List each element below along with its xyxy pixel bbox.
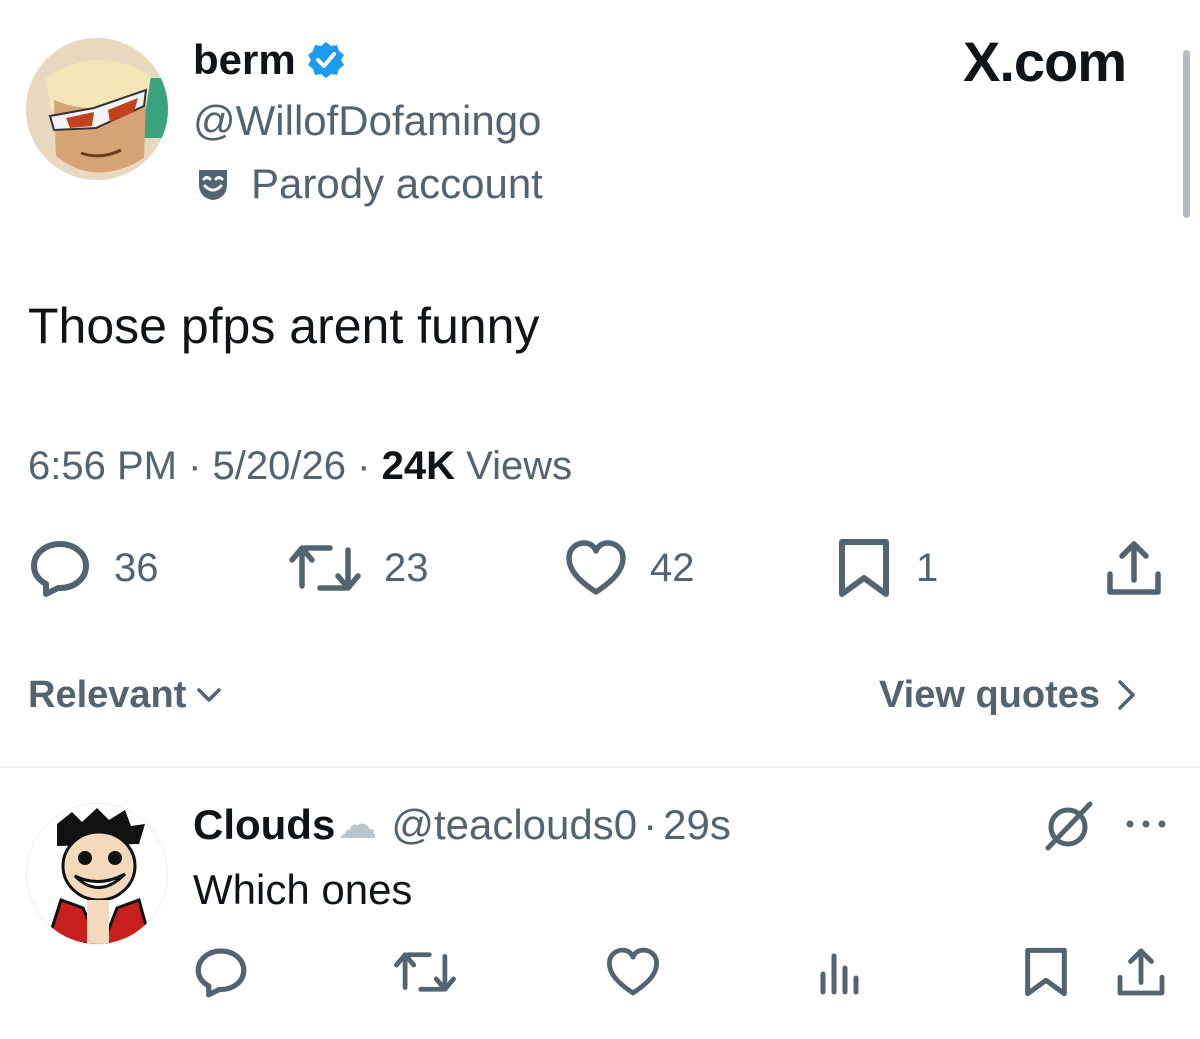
like-icon <box>605 944 661 1000</box>
reply-author-handle[interactable]: @teaclouds0 <box>391 797 637 853</box>
grok-icon <box>1040 800 1096 852</box>
parody-label-row: Parody account <box>193 156 543 212</box>
cloud-emoji: ☁ <box>337 803 378 847</box>
share-icon <box>1113 944 1169 1000</box>
parody-mask-icon <box>193 164 233 204</box>
site-watermark: X.com <box>963 30 1127 93</box>
repost-button[interactable]: 23 <box>288 536 429 600</box>
chevron-right-icon <box>1116 678 1138 712</box>
reply-repost-button[interactable] <box>393 940 457 1004</box>
reply-bookmark-button[interactable] <box>1021 940 1071 1004</box>
tweet-time[interactable]: 6:56 PM <box>28 444 177 488</box>
grok-button[interactable] <box>1040 800 1096 852</box>
tweet-meta: 6:56 PM · 5/20/26 · 24K Views <box>28 441 572 491</box>
reply-separator: · <box>643 801 658 848</box>
tweet-text: Those pfps arent funny <box>28 298 540 354</box>
like-icon <box>564 536 628 600</box>
verified-badge-icon <box>306 40 346 80</box>
scrollbar[interactable] <box>1183 50 1190 218</box>
reply-share-button[interactable] <box>1113 940 1169 1004</box>
repost-icon <box>288 536 362 600</box>
like-button[interactable]: 42 <box>564 536 695 600</box>
bookmark-count: 1 <box>916 545 939 590</box>
reply-count: 36 <box>114 545 159 590</box>
reply-header: Clouds ☁ @teaclouds0 · 29s <box>193 797 731 853</box>
bookmark-icon <box>1021 944 1071 1000</box>
reply-author-name[interactable]: Clouds <box>193 797 335 853</box>
bookmark-button[interactable]: 1 <box>834 536 938 600</box>
share-button[interactable] <box>1102 536 1166 600</box>
meta-separator: · <box>357 444 371 488</box>
author-name[interactable]: berm <box>193 32 296 88</box>
reply-icon <box>28 536 92 600</box>
view-quotes-link[interactable]: View quotes <box>879 670 1138 720</box>
bookmark-icon <box>834 536 894 600</box>
reply-action-bar <box>193 940 1173 1004</box>
reply-reply-button[interactable] <box>193 940 249 1004</box>
chevron-down-icon <box>194 680 224 710</box>
reply-like-button[interactable] <box>605 940 661 1004</box>
views-count[interactable]: 24K <box>382 444 455 488</box>
author-avatar[interactable] <box>26 38 168 180</box>
view-quotes-label: View quotes <box>879 674 1101 716</box>
tweet-date[interactable]: 5/20/26 <box>213 444 346 488</box>
repost-count: 23 <box>384 545 429 590</box>
views-icon <box>817 944 861 1000</box>
parody-label: Parody account <box>251 160 543 207</box>
share-icon <box>1102 536 1166 600</box>
like-count: 42 <box>650 545 695 590</box>
reply-time[interactable]: 29s <box>663 797 731 853</box>
divider <box>0 766 1200 768</box>
repost-icon <box>393 944 457 1000</box>
author-handle[interactable]: @WillofDofamingo <box>193 93 541 149</box>
author-name-row: berm <box>193 32 346 88</box>
views-label[interactable]: Views <box>466 444 572 488</box>
sort-replies-dropdown[interactable]: Relevant <box>28 670 224 720</box>
more-options-button[interactable] <box>1124 814 1168 834</box>
more-icon <box>1124 814 1168 834</box>
reply-views-button[interactable] <box>817 940 861 1004</box>
meta-separator: · <box>188 444 202 488</box>
sort-label: Relevant <box>28 674 187 716</box>
reply-button[interactable]: 36 <box>28 536 159 600</box>
reply-text: Which ones <box>193 866 413 913</box>
reply-icon <box>193 944 249 1000</box>
reply-author-avatar[interactable] <box>26 803 168 945</box>
tweet-action-bar: 36 23 42 1 <box>28 536 1168 600</box>
